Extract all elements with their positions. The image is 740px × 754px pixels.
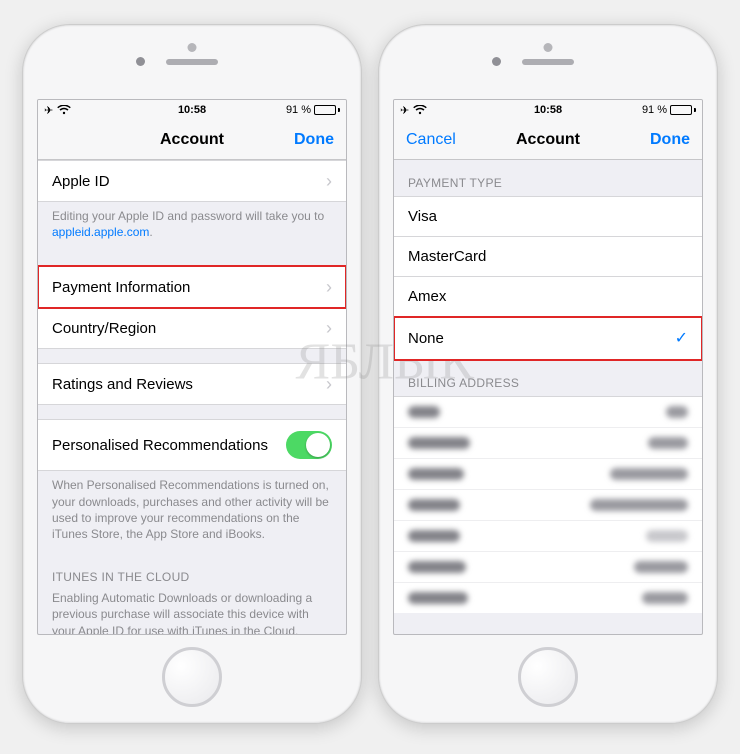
wifi-icon <box>57 105 71 115</box>
nav-title: Account <box>516 131 580 149</box>
payment-option-none[interactable]: None ✓ <box>394 317 702 360</box>
account-settings-list: Apple ID › Editing your Apple ID and pas… <box>38 160 346 634</box>
done-button[interactable]: Done <box>650 131 690 149</box>
nav-bar: Account Done <box>38 120 346 160</box>
payment-option-label: None <box>408 330 444 347</box>
payment-option-mastercard[interactable]: MasterCard <box>394 237 702 277</box>
recommendations-toggle[interactable] <box>286 431 332 459</box>
airplane-mode-icon: ✈︎ <box>44 104 53 117</box>
chevron-right-icon: › <box>326 172 332 190</box>
personalised-recommendations-label: Personalised Recommendations <box>52 437 268 454</box>
billing-address-header: BILLING ADDRESS <box>394 360 702 396</box>
status-time: 10:58 <box>178 104 206 116</box>
wifi-icon <box>413 105 427 115</box>
home-button[interactable] <box>518 647 578 707</box>
front-camera <box>492 57 501 66</box>
ratings-reviews-row[interactable]: Ratings and Reviews › <box>38 363 346 405</box>
billing-field[interactable] <box>394 551 702 582</box>
status-time: 10:58 <box>534 104 562 116</box>
payment-option-visa[interactable]: Visa <box>394 196 702 237</box>
country-region-row[interactable]: Country/Region › <box>38 308 346 349</box>
screen-payment: ✈︎ 10:58 91 % Cancel Account Done <box>393 99 703 635</box>
nav-bar: Cancel Account Done <box>394 120 702 160</box>
ratings-reviews-label: Ratings and Reviews <box>52 376 193 393</box>
chevron-right-icon: › <box>326 375 332 393</box>
front-camera <box>136 57 145 66</box>
itunes-cloud-footer: Enabling Automatic Downloads or download… <box>38 590 346 634</box>
battery-percent: 91 % <box>286 104 311 116</box>
payment-type-header: PAYMENT TYPE <box>394 160 702 196</box>
home-button[interactable] <box>162 647 222 707</box>
airplane-mode-icon: ✈︎ <box>400 104 409 117</box>
chevron-right-icon: › <box>326 319 332 337</box>
chevron-right-icon: › <box>326 278 332 296</box>
cancel-button[interactable]: Cancel <box>406 131 456 149</box>
itunes-cloud-header: iTUNES IN THE CLOUD <box>38 554 346 590</box>
payment-option-label: MasterCard <box>408 248 486 265</box>
personalised-recommendations-row[interactable]: Personalised Recommendations <box>38 419 346 471</box>
payment-option-amex[interactable]: Amex <box>394 277 702 317</box>
apple-id-footer: Editing your Apple ID and password will … <box>38 202 346 252</box>
status-bar: ✈︎ 10:58 91 % <box>394 100 702 120</box>
payment-information-row[interactable]: Payment Information › <box>38 266 346 308</box>
done-button[interactable]: Done <box>294 131 334 149</box>
screen-account: ✈︎ 10:58 91 % Account Done <box>37 99 347 635</box>
phone-left: ✈︎ 10:58 91 % Account Done <box>22 24 362 724</box>
battery-icon <box>314 105 340 115</box>
billing-field[interactable] <box>394 489 702 520</box>
nav-title: Account <box>160 131 224 149</box>
battery-icon <box>670 105 696 115</box>
checkmark-icon: ✓ <box>675 328 688 348</box>
country-region-label: Country/Region <box>52 320 156 337</box>
sensor-dot <box>188 43 197 52</box>
apple-id-link[interactable]: appleid.apple.com <box>52 225 149 239</box>
payment-option-label: Visa <box>408 208 437 225</box>
phone-right: ✈︎ 10:58 91 % Cancel Account Done <box>378 24 718 724</box>
billing-field[interactable] <box>394 582 702 613</box>
payment-information-label: Payment Information <box>52 279 190 296</box>
billing-address-form <box>394 396 702 613</box>
speaker-grille <box>166 59 218 65</box>
battery-percent: 91 % <box>642 104 667 116</box>
billing-field[interactable] <box>394 458 702 489</box>
billing-field[interactable] <box>394 427 702 458</box>
billing-field[interactable] <box>394 520 702 551</box>
speaker-grille <box>522 59 574 65</box>
sensor-dot <box>544 43 553 52</box>
apple-id-row[interactable]: Apple ID › <box>38 160 346 202</box>
billing-field[interactable] <box>394 396 702 427</box>
payment-option-label: Amex <box>408 288 446 305</box>
status-bar: ✈︎ 10:58 91 % <box>38 100 346 120</box>
recommendations-footer: When Personalised Recommendations is tur… <box>38 471 346 554</box>
payment-settings-list: PAYMENT TYPE Visa MasterCard Amex None ✓… <box>394 160 702 634</box>
apple-id-label: Apple ID <box>52 173 110 190</box>
